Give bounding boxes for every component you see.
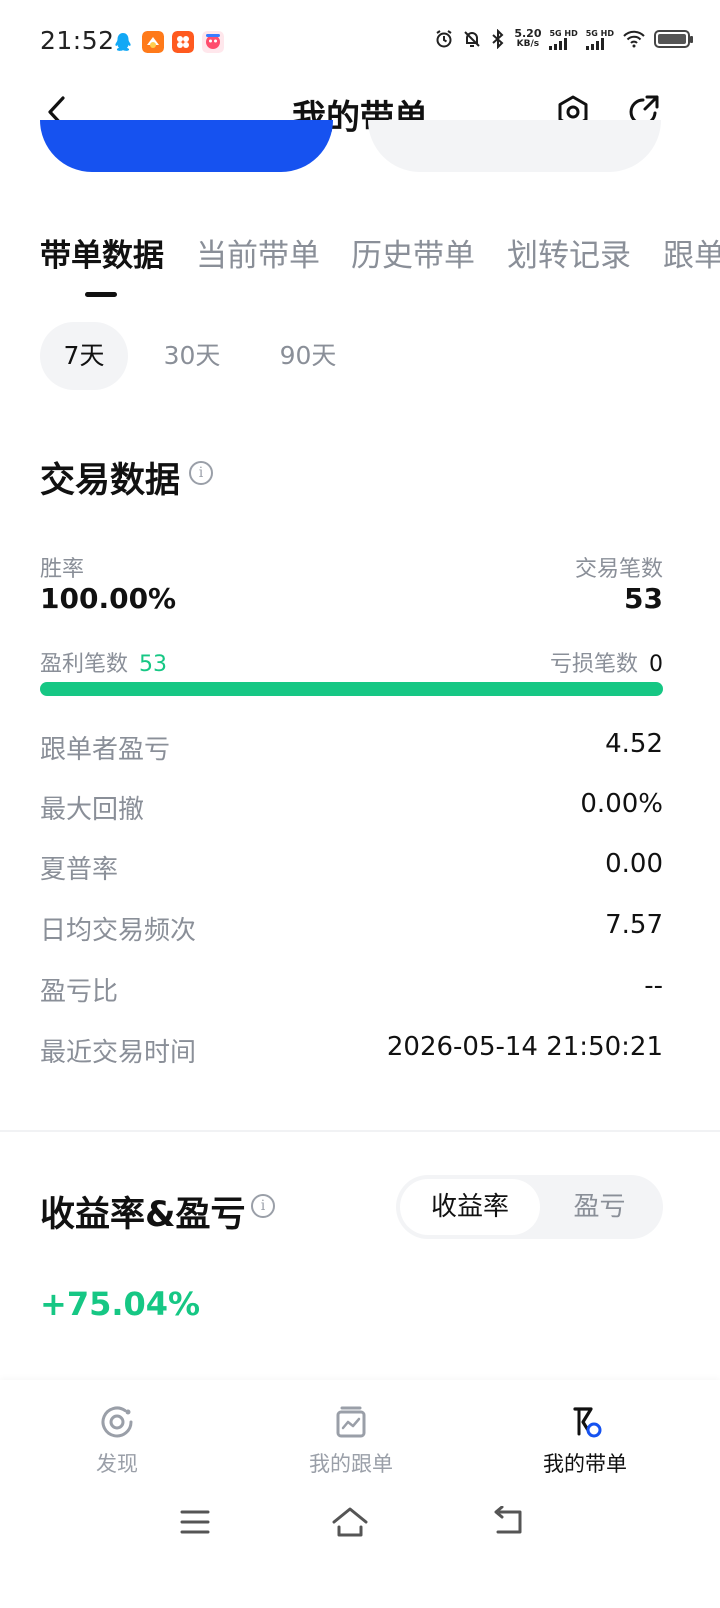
secondary-action-card[interactable] [368, 120, 661, 172]
nav-discover[interactable]: 发现 [37, 1404, 197, 1478]
nav-my-copy[interactable]: 我的跟单 [271, 1404, 431, 1478]
trade-count-label: 交易笔数 [574, 557, 663, 582]
stat-label: 盈亏比 [40, 977, 119, 1007]
tab-bar: 带单数据 当前带单 历史带单 划转记录 跟单 [0, 230, 720, 300]
tab-lead-data[interactable]: 带单数据 [40, 230, 164, 275]
stat-label: 日均交易频次 [40, 916, 197, 946]
network-speed: 5.20 KB/s [514, 28, 541, 50]
win-loss-bar [40, 682, 663, 696]
nav-label: 我的带单 [543, 1452, 627, 1476]
menu-icon [180, 1510, 210, 1534]
toggle-pnl[interactable]: 盈亏 [540, 1179, 659, 1235]
system-menu-button[interactable] [171, 1502, 219, 1542]
stat-label: 夏普率 [40, 855, 119, 885]
battery-icon [654, 30, 693, 48]
stat-row-follower-pnl: 跟单者盈亏 4.52 [40, 729, 663, 769]
stat-row-daily-frequency: 日均交易频次 7.57 [40, 910, 663, 950]
bluetooth-icon [492, 29, 504, 49]
stat-row-last-trade-time: 最近交易时间 2026-05-14 21:50:21 [40, 1032, 663, 1072]
alarm-icon [436, 30, 452, 48]
home-icon [332, 1507, 368, 1537]
network-speed-value: 5.20 [514, 27, 542, 40]
stat-row-max-drawdown: 最大回撤 0.00% [40, 789, 663, 829]
stat-value: 0.00% [580, 789, 663, 819]
tab-followers[interactable]: 跟单 [663, 230, 720, 275]
status-right: 5.20 KB/s 5G HD 5G HD [434, 28, 693, 50]
status-time: 21:52 [40, 26, 115, 55]
sim1-signal: 5G HD [549, 28, 578, 50]
returns-title: 收益率&盈亏 [40, 1195, 246, 1235]
stat-value: 2026-05-14 21:50:21 [386, 1032, 663, 1062]
stat-row-pnl-ratio: 盈亏比 -- [40, 971, 663, 1011]
signal-bars-icon [585, 37, 604, 50]
period-90d[interactable]: 90天 [266, 322, 350, 390]
stat-label: 最近交易时间 [40, 1038, 197, 1068]
app-orange-icon [142, 31, 164, 53]
returns-toggle: 收益率 盈亏 [396, 1175, 663, 1239]
system-home-button[interactable] [326, 1502, 374, 1542]
qq-icon [115, 33, 131, 51]
signal-bars-icon [549, 37, 568, 50]
app-orange-grid-icon [172, 31, 194, 53]
loss-count-label-text: 亏损笔数 [549, 652, 638, 677]
win-rate-value: 100.00% [40, 582, 177, 615]
returns-info-icon[interactable]: i [251, 1194, 275, 1218]
trade-data-title: 交易数据 [40, 461, 181, 501]
toggle-return-rate[interactable]: 收益率 [400, 1179, 540, 1235]
nav-label: 我的跟单 [309, 1452, 393, 1476]
stat-value: -- [644, 971, 663, 1001]
tab-indicator [85, 292, 117, 297]
app-mascot-icon [202, 31, 224, 53]
period-30d[interactable]: 30天 [150, 322, 234, 390]
profit-count-value: 53 [139, 652, 168, 677]
section-divider [0, 1130, 720, 1132]
tab-transfer-records[interactable]: 划转记录 [507, 230, 631, 275]
sim2-label: 5G HD [585, 28, 614, 38]
stat-value: 4.52 [605, 729, 663, 759]
trade-data-info-icon[interactable]: i [189, 461, 213, 485]
network-speed-unit: KB/s [516, 39, 540, 49]
nav-my-lead[interactable]: 我的带单 [505, 1404, 665, 1478]
profit-count-label-text: 盈利笔数 [40, 652, 129, 677]
stat-value: 7.57 [605, 910, 663, 940]
sim2-signal: 5G HD [585, 28, 614, 50]
loss-count-label: 亏损笔数 0 [550, 646, 663, 678]
stat-value: 0.00 [605, 849, 663, 879]
copy-trade-icon [336, 1406, 366, 1438]
wifi-icon [623, 30, 645, 48]
sim1-label: 5G HD [549, 28, 578, 38]
stat-label: 最大回撤 [40, 795, 145, 825]
mute-bell-icon [464, 31, 481, 47]
system-back-button[interactable] [484, 1502, 532, 1542]
nav-label: 发现 [96, 1452, 138, 1476]
loss-count-value: 0 [649, 652, 663, 677]
profit-count-label: 盈利笔数 53 [40, 646, 167, 678]
notification-icons [112, 31, 224, 53]
status-bar: 21:52 5.20 KB/s 5G HD 5G HD [0, 0, 720, 80]
win-rate-label: 胜率 [40, 557, 85, 582]
primary-action-card[interactable] [40, 120, 333, 172]
stat-label: 跟单者盈亏 [40, 735, 171, 765]
trade-count-value: 53 [624, 582, 663, 615]
discover-icon [101, 1406, 133, 1438]
tab-current-lead[interactable]: 当前带单 [196, 230, 320, 275]
lead-trade-icon [573, 1407, 602, 1438]
bottom-nav: 发现 我的跟单 我的带单 [0, 1380, 720, 1608]
period-7d[interactable]: 7天 [40, 322, 128, 390]
tab-history-lead[interactable]: 历史带单 [351, 230, 475, 275]
stat-row-sharpe: 夏普率 0.00 [40, 849, 663, 889]
system-back-icon [494, 1506, 522, 1534]
return-rate-value: +75.04% [40, 1285, 201, 1323]
